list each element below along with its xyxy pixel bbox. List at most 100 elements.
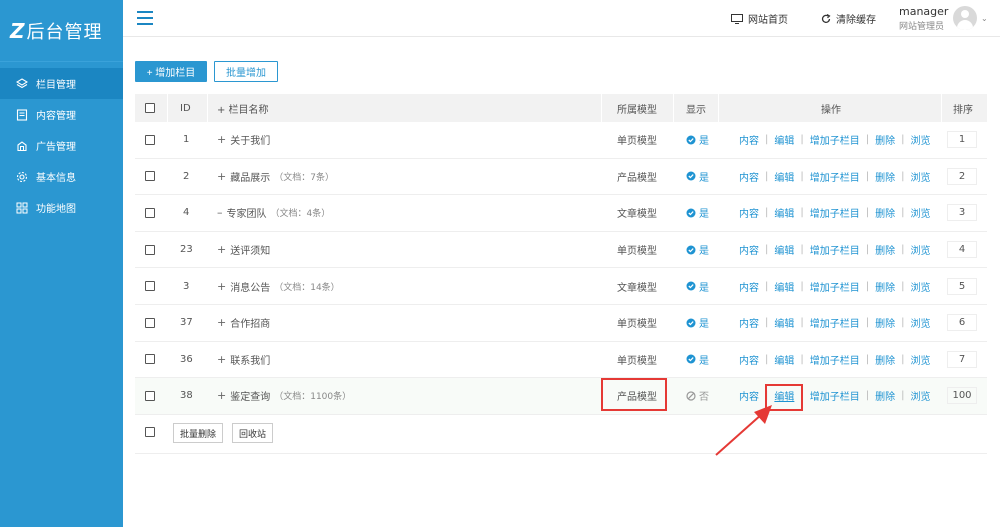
op-add-child-link[interactable]: 增加子栏目 [810,205,860,220]
op-edit-link[interactable]: 编辑 [774,279,794,294]
op-delete-link[interactable]: 删除 [875,205,895,220]
batch-delete-button[interactable]: 批量删除 [173,423,224,443]
expand-toggle[interactable]: – [217,206,223,219]
row-checkbox[interactable] [145,171,155,182]
sort-input[interactable]: 100 [947,387,977,405]
sidebar-item-content[interactable]: 内容管理 [0,99,123,130]
op-add-child-link[interactable]: 增加子栏目 [810,315,860,330]
op-browse-link[interactable]: 浏览 [911,132,931,147]
row-name-cell[interactable]: – 专家团队 （文档：4条） [217,195,330,231]
row-checkbox[interactable] [145,317,155,328]
show-status[interactable]: 是 [686,352,709,367]
op-edit-link[interactable]: 编辑 [774,242,794,257]
show-status[interactable]: 是 [686,169,709,184]
check-circle-icon [686,318,696,328]
user-info[interactable]: manager 网站管理员 [899,5,948,32]
recycle-bin-button[interactable]: 回收站 [232,423,274,443]
row-name-cell[interactable]: + 藏品展示 （文档：7条） [217,159,334,195]
show-status[interactable]: 是 [686,205,709,220]
row-checkbox[interactable] [145,244,155,255]
op-delete-link[interactable]: 删除 [875,388,895,403]
op-browse-link[interactable]: 浏览 [911,279,931,294]
sort-input[interactable]: 6 [947,314,977,332]
op-separator: | [800,317,804,329]
avatar[interactable] [953,6,977,30]
row-name-cell[interactable]: + 送评须知 [217,232,274,268]
op-delete-link[interactable]: 删除 [875,315,895,330]
op-add-child-link[interactable]: 增加子栏目 [810,388,860,403]
op-add-child-link[interactable]: 增加子栏目 [810,279,860,294]
row-checkbox[interactable] [145,390,155,401]
show-status[interactable]: 是 [686,242,709,257]
show-status[interactable]: 是 [686,132,709,147]
op-delete-link[interactable]: 删除 [875,132,895,147]
clear-cache-link[interactable]: 清除缓存 [821,11,876,26]
op-delete-link[interactable]: 删除 [875,279,895,294]
sort-input[interactable]: 4 [947,241,977,259]
sidebar-item-function-map[interactable]: 功能地图 [0,192,123,223]
chevron-down-icon[interactable]: ⌄ [981,14,988,23]
row-checkbox[interactable] [145,207,155,218]
row-name-cell[interactable]: + 鉴定查询 （文档：1100条） [217,378,351,414]
op-browse-link[interactable]: 浏览 [911,352,931,367]
row-checkbox[interactable] [145,134,155,145]
op-content-link[interactable]: 内容 [739,352,759,367]
sort-input[interactable]: 5 [947,277,977,295]
add-column-button[interactable]: + 增加栏目 [135,61,207,82]
expand-toggle[interactable]: + [217,389,226,402]
expand-toggle[interactable]: + [217,133,226,146]
op-add-child-link[interactable]: 增加子栏目 [810,242,860,257]
show-status[interactable]: 是 [686,279,709,294]
sort-input[interactable]: 1 [947,131,977,149]
op-delete-link[interactable]: 删除 [875,242,895,257]
op-content-link[interactable]: 内容 [739,315,759,330]
op-edit-link[interactable]: 编辑 [774,315,794,330]
show-status[interactable]: 否 [686,388,709,403]
menu-toggle-icon[interactable] [137,11,153,25]
op-delete-link[interactable]: 删除 [875,169,895,184]
site-home-link[interactable]: 网站首页 [731,11,788,26]
show-status[interactable]: 是 [686,315,709,330]
row-checkbox[interactable] [145,281,155,292]
op-add-child-link[interactable]: 增加子栏目 [810,132,860,147]
select-all-checkbox[interactable] [145,103,155,113]
sort-input[interactable]: 2 [947,167,977,185]
op-browse-link[interactable]: 浏览 [911,242,931,257]
row-name-cell[interactable]: + 合作招商 [217,305,274,341]
batch-add-button[interactable]: 批量增加 [214,61,278,82]
bottom-select-all-checkbox[interactable] [145,427,155,437]
op-content-link[interactable]: 内容 [739,169,759,184]
expand-toggle[interactable]: + [217,170,226,183]
row-name-cell[interactable]: + 消息公告 （文档：14条） [217,268,340,304]
op-edit-link[interactable]: 编辑 [774,352,794,367]
op-browse-link[interactable]: 浏览 [911,205,931,220]
op-content-link[interactable]: 内容 [739,279,759,294]
op-add-child-link[interactable]: 增加子栏目 [810,352,860,367]
sidebar-item-basic-info[interactable]: 基本信息 [0,161,123,192]
op-delete-link[interactable]: 删除 [875,352,895,367]
sort-input[interactable]: 7 [947,350,977,368]
op-browse-link[interactable]: 浏览 [911,388,931,403]
grid-icon [16,202,28,214]
op-edit-link[interactable]: 编辑 [774,169,794,184]
sidebar-item-ads[interactable]: 广告管理 [0,130,123,161]
op-edit-link[interactable]: 编辑 [774,132,794,147]
row-name-cell[interactable]: + 关于我们 [217,122,274,158]
op-add-child-link[interactable]: 增加子栏目 [810,169,860,184]
row-checkbox[interactable] [145,354,155,365]
expand-toggle[interactable]: + [217,316,226,329]
sort-input[interactable]: 3 [947,204,977,222]
op-content-link[interactable]: 内容 [739,205,759,220]
row-model: 单页模型 [617,246,657,258]
op-browse-link[interactable]: 浏览 [911,315,931,330]
sidebar-item-columns[interactable]: 栏目管理 [0,68,123,99]
op-content-link[interactable]: 内容 [739,132,759,147]
op-content-link[interactable]: 内容 [739,242,759,257]
op-browse-link[interactable]: 浏览 [911,169,931,184]
expand-toggle[interactable]: + [217,353,226,366]
expand-toggle[interactable]: + [217,243,226,256]
table-bottom-divider [135,453,987,454]
row-name-cell[interactable]: + 联系我们 [217,342,274,378]
op-edit-link[interactable]: 编辑 [774,205,794,220]
expand-toggle[interactable]: + [217,280,226,293]
